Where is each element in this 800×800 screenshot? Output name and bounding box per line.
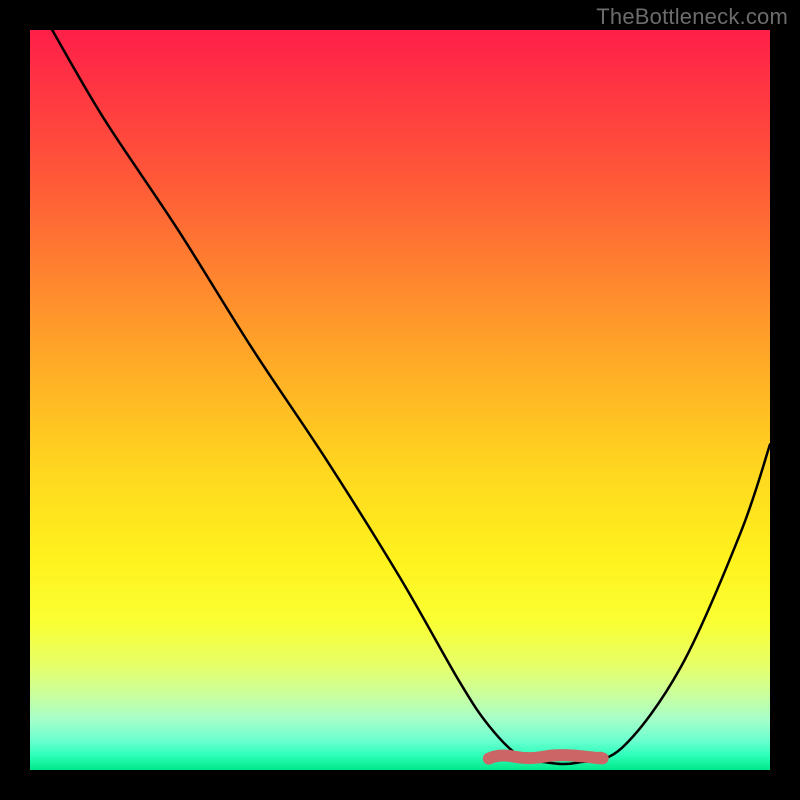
chart-outer: TheBottleneck.com [0, 0, 800, 800]
plot-area [30, 30, 770, 770]
optimal-zone-marker [489, 755, 603, 759]
curve-layer [30, 30, 770, 770]
bottleneck-curve-path [52, 30, 770, 764]
watermark-text: TheBottleneck.com [596, 4, 788, 30]
